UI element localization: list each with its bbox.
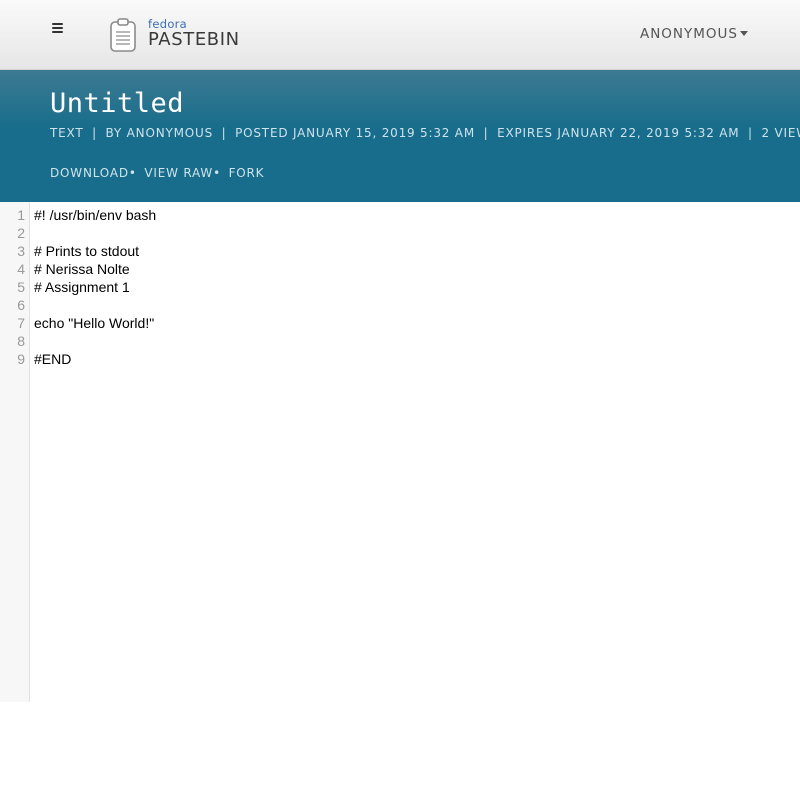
code-line: # Assignment 1 [34, 279, 130, 295]
action-bullet: • [128, 166, 137, 180]
line-number: 1 [17, 207, 25, 223]
meta-separator: | [92, 126, 97, 140]
code-line: #! /usr/bin/env bash [34, 207, 157, 223]
paste-actions: DOWNLOAD• VIEW RAW• FORK [50, 166, 264, 180]
fork-link[interactable]: FORK [229, 166, 265, 180]
paste-posted: POSTED JANUARY 15, 2019 5:32 AM [235, 126, 475, 140]
line-number: 4 [17, 261, 25, 277]
page-title: Untitled [50, 88, 185, 119]
line-number: 9 [17, 351, 25, 367]
line-number: 2 [17, 225, 25, 241]
code-line: # Prints to stdout [34, 243, 140, 259]
paste-author: BY ANONYMOUS [105, 126, 214, 140]
user-dropdown[interactable]: ANONYMOUS [640, 26, 748, 42]
line-number: 3 [17, 243, 25, 259]
code-viewer: 1 2 3 4 5 6 7 8 9 #! /usr/bin/env bash #… [0, 202, 800, 702]
download-link[interactable]: DOWNLOAD [50, 166, 129, 180]
action-bullet: • [213, 166, 221, 180]
paste-format: TEXT [50, 126, 84, 140]
line-number: 7 [17, 315, 25, 331]
clipboard-icon [110, 18, 136, 52]
code-content[interactable]: #! /usr/bin/env bash # Prints to stdout … [34, 206, 800, 368]
brand-pastebin-text: PASTEBIN [148, 29, 240, 50]
caret-down-icon [740, 31, 748, 36]
meta-separator: | [748, 126, 753, 140]
paste-views: 2 VIEWS [761, 126, 800, 140]
user-label: ANONYMOUS [639, 26, 738, 42]
line-number: 6 [17, 297, 25, 313]
line-number-gutter: 1 2 3 4 5 6 7 8 9 [0, 202, 30, 702]
view-raw-link[interactable]: VIEW RAW [144, 166, 213, 180]
code-line: # Nerissa Nolte [34, 261, 130, 277]
line-number: 8 [17, 333, 25, 349]
paste-header: Untitled TEXT | BY ANONYMOUS | POSTED JA… [0, 70, 800, 202]
top-navbar: fedora PASTEBIN ANONYMOUS [0, 0, 800, 70]
meta-separator: | [483, 126, 489, 140]
brand-logo[interactable]: fedora PASTEBIN [108, 17, 253, 53]
code-line: #END [34, 351, 72, 367]
meta-separator: | [221, 126, 227, 140]
paste-meta: TEXT | BY ANONYMOUS | POSTED JANUARY 15,… [50, 126, 800, 140]
paste-expires: EXPIRES JANUARY 22, 2019 5:32 AM [497, 126, 740, 140]
code-line: echo "Hello World!" [34, 315, 155, 331]
hamburger-menu-icon[interactable] [52, 23, 63, 33]
line-number: 5 [17, 279, 25, 295]
